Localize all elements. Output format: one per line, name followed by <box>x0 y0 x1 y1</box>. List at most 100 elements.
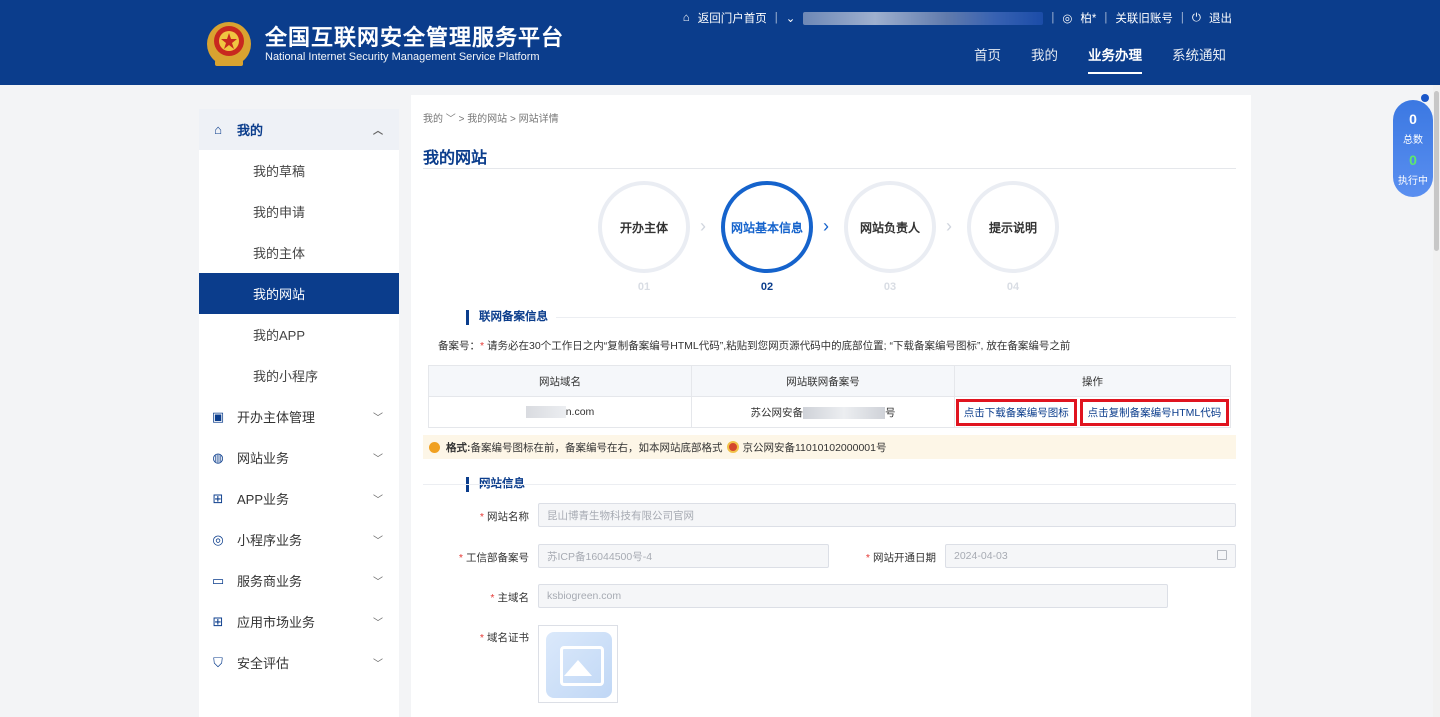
scrollbar-thumb[interactable] <box>1434 91 1439 251</box>
tip-label: 格式: <box>446 441 471 454</box>
sidebar-item-label: 小程序业务 <box>237 533 303 548</box>
label-site-name: * 网站名称 <box>479 511 529 523</box>
sidebar-item-applications[interactable]: 我的申请 <box>199 191 399 232</box>
top-header: 全国互联网安全管理服务平台 National Internet Security… <box>0 0 1440 85</box>
home-icon: ⌂ <box>682 12 690 24</box>
download-icon-button[interactable]: 点击下载备案编号图标 <box>955 398 1077 426</box>
sidebar-item-security-eval[interactable]: ⛉ 安全评估 ﹀ <box>199 642 399 683</box>
sidebar-item-provider-business[interactable]: ▭ 服务商业务 ﹀ <box>199 560 399 601</box>
redacted-text <box>525 406 566 419</box>
sidebar-item-miniprograms[interactable]: 我的小程序 <box>199 355 399 396</box>
step-website-owner[interactable]: 网站负责人 <box>844 181 936 273</box>
site-name-field[interactable]: 昆山博青生物科技有限公司官网 <box>538 503 1236 527</box>
chevron-down-icon: ﹀ <box>373 659 383 670</box>
task-counter-widget[interactable]: 0 总数 0 执行中 <box>1393 94 1433 197</box>
chevron-up-icon: ︿ <box>373 126 383 137</box>
step-number: 01 <box>637 281 651 293</box>
total-count: 0 <box>1409 111 1417 127</box>
user-icon: ◎ <box>1062 13 1073 25</box>
chevron-down-icon: ﹀ <box>373 413 383 424</box>
top-utility-bar: ⌂ 返回门户首页 | ⌄ | ◎ 柏* | 关联旧账号 | ⏻ 退出 <box>682 10 1232 26</box>
tip-example: 京公网安备11010102000001号 <box>742 441 887 454</box>
shield-icon: ⛉ <box>213 654 223 670</box>
step-label: 开办主体 <box>619 220 668 235</box>
calendar-icon[interactable] <box>1217 550 1227 560</box>
main-panel: 我的 ﹀ > 我的网站 > 网站详情 我的网站 开办主体 01 › 网站基本信息… <box>411 95 1251 717</box>
grid-icon: ⊞ <box>212 490 224 506</box>
label-domain: * 主域名 <box>490 592 529 604</box>
copy-html-code-button[interactable]: 点击复制备案编号HTML代码 <box>1079 398 1230 426</box>
nav-notice[interactable]: 系统通知 <box>1172 44 1226 74</box>
notice-label: 备案号： <box>438 340 480 352</box>
divider <box>556 317 1236 318</box>
breadcrumb: 我的 ﹀ > 我的网站 > 网站详情 <box>423 114 559 125</box>
user-name[interactable]: 柏* <box>1080 10 1096 26</box>
sidebar-item-website-business[interactable]: ◍ 网站业务 ﹀ <box>199 437 399 478</box>
domain-field[interactable]: ksbiogreen.com <box>538 584 1168 608</box>
cell-domain: n.com <box>428 396 692 428</box>
step-instructions[interactable]: 提示说明 <box>967 181 1059 273</box>
tip-text: 备案编号图标在前，备案编号在右，如本网站底部格式 <box>470 441 723 454</box>
redacted-text <box>803 406 885 419</box>
sidebar-item-app-business[interactable]: ⊞ APP业务 ﹀ <box>199 478 399 519</box>
warning-icon <box>429 441 440 453</box>
step-website-basic-info[interactable]: 网站基本信息 <box>721 181 813 273</box>
platform-title: 全国互联网安全管理服务平台 <box>265 25 565 50</box>
home-icon: ⌂ <box>214 122 222 137</box>
chevron-down-icon[interactable]: ⌄ <box>786 11 796 25</box>
logout-link[interactable]: 退出 <box>1209 10 1232 26</box>
label-open-date: * 网站开通日期 <box>865 552 936 564</box>
sidebar-item-drafts[interactable]: 我的草稿 <box>199 150 399 191</box>
indicator-dot <box>1421 94 1429 102</box>
nav-home[interactable]: 首页 <box>974 44 1001 74</box>
sidebar-item-appmarket-business[interactable]: ⊞ 应用市场业务 ﹀ <box>199 601 399 642</box>
sidebar-group-mine[interactable]: ⌂ 我的 ︿ <box>199 109 399 150</box>
grid-icon: ⊞ <box>212 613 224 629</box>
sidebar-item-miniprogram-business[interactable]: ◎ 小程序业务 ﹀ <box>199 519 399 560</box>
chevron-down-icon: ﹀ <box>373 577 383 588</box>
chevron-right-icon: › <box>823 216 829 236</box>
icp-field[interactable]: 苏ICP备16044500号-4 <box>538 544 829 568</box>
running-count: 0 <box>1409 152 1417 168</box>
nav-business[interactable]: 业务办理 <box>1088 44 1142 74</box>
open-date-value: 2024-04-03 <box>954 550 1008 562</box>
section-title-record: 联网备案信息 <box>466 310 548 325</box>
link-old-account[interactable]: 关联旧账号 <box>1115 10 1173 26</box>
step-entity[interactable]: 开办主体 <box>598 181 690 273</box>
divider <box>423 168 1236 169</box>
breadcrumb-mine[interactable]: 我的 <box>423 114 443 125</box>
step-label: 网站负责人 <box>859 220 920 235</box>
chevron-right-icon: › <box>700 216 706 236</box>
label-icp: * 工信部备案号 <box>458 552 529 564</box>
sidebar-item-label: 安全评估 <box>237 656 290 671</box>
platform-subtitle: National Internet Security Management Se… <box>265 51 540 63</box>
chevron-down-icon: ﹀ <box>373 495 383 506</box>
domain-cert-upload[interactable] <box>538 625 618 703</box>
sidebar-item-entity-mgmt[interactable]: ▣ 开办主体管理 ﹀ <box>199 396 399 437</box>
chevron-down-icon: ﹀ <box>445 114 459 125</box>
page-scrollbar[interactable] <box>1433 85 1440 717</box>
sidebar-item-label: 网站业务 <box>237 451 290 466</box>
briefcase-icon: ▣ <box>211 408 225 424</box>
chevron-down-icon: ﹀ <box>373 618 383 629</box>
main-nav: 首页 我的 业务办理 系统通知 <box>974 44 1226 74</box>
sidebar-item-label: 应用市场业务 <box>237 615 316 630</box>
record-table: 网站域名 网站联网备案号 操作 n.com 苏公网安备号 点击下载备案编号图标 … <box>428 365 1231 428</box>
sidebar-item-label: 开办主体管理 <box>237 410 316 425</box>
monitor-icon: ▭ <box>211 572 225 588</box>
sidebar-item-entities[interactable]: 我的主体 <box>199 232 399 273</box>
compass-icon: ◎ <box>212 531 224 547</box>
image-placeholder-icon <box>546 632 612 698</box>
police-emblem-logo <box>207 22 251 66</box>
sidebar-item-websites[interactable]: 我的网站 <box>199 273 399 314</box>
sidebar-item-apps[interactable]: 我的APP <box>199 314 399 355</box>
record-notice: 备案号：* 请务必在30个工作日之内“复制备案编号HTML代码”,粘贴到您网页源… <box>438 340 1071 352</box>
step-label: 提示说明 <box>988 220 1037 235</box>
nav-mine[interactable]: 我的 <box>1031 44 1058 74</box>
breadcrumb-websites[interactable]: 我的网站 <box>467 114 507 125</box>
open-date-field[interactable]: 2024-04-03 <box>945 544 1236 568</box>
table-row: n.com 苏公网安备号 点击下载备案编号图标 点击复制备案编号HTML代码 <box>428 396 1231 428</box>
power-icon: ⏻ <box>1191 11 1201 24</box>
portal-link[interactable]: 返回门户首页 <box>698 10 767 26</box>
divider <box>423 484 1236 485</box>
